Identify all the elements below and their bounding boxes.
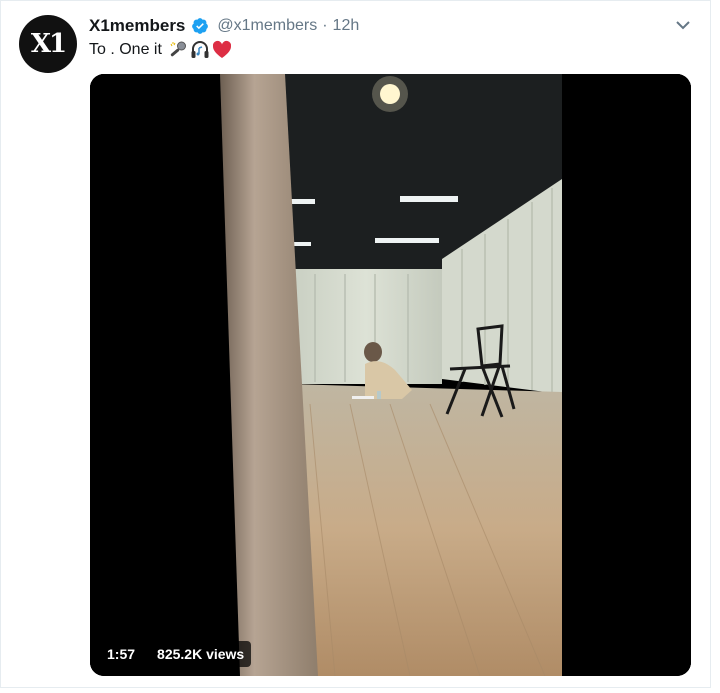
microphone-emoji-icon <box>170 41 186 57</box>
headphone-emoji-icon <box>191 41 209 58</box>
user-handle[interactable]: @x1members <box>217 17 317 35</box>
video-player[interactable]: 1:57 825.2K views <box>90 74 691 676</box>
separator-dot: · <box>322 17 328 34</box>
video-views: 825.2K views <box>150 641 252 667</box>
avatar[interactable]: X1 <box>19 15 77 73</box>
tweet-timestamp[interactable]: 12h <box>333 17 360 35</box>
display-name[interactable]: X1members <box>89 16 185 36</box>
avatar-logo: X1 <box>30 29 67 59</box>
video-duration: 1:57 <box>100 641 143 667</box>
video-badges: 1:57 825.2K views <box>100 640 252 668</box>
tweet-card[interactable]: X1 X1members @x1members · 12h To . One i… <box>0 0 711 688</box>
tweet-header: X1members @x1members · 12h <box>89 15 359 37</box>
chevron-down-icon[interactable] <box>673 17 693 33</box>
video-frame <box>90 74 691 676</box>
heart-emoji-icon <box>212 40 232 58</box>
tweet-text-row: To . One it <box>89 39 232 61</box>
verified-badge-icon <box>192 18 209 34</box>
tweet-text: To . One it <box>89 41 162 58</box>
